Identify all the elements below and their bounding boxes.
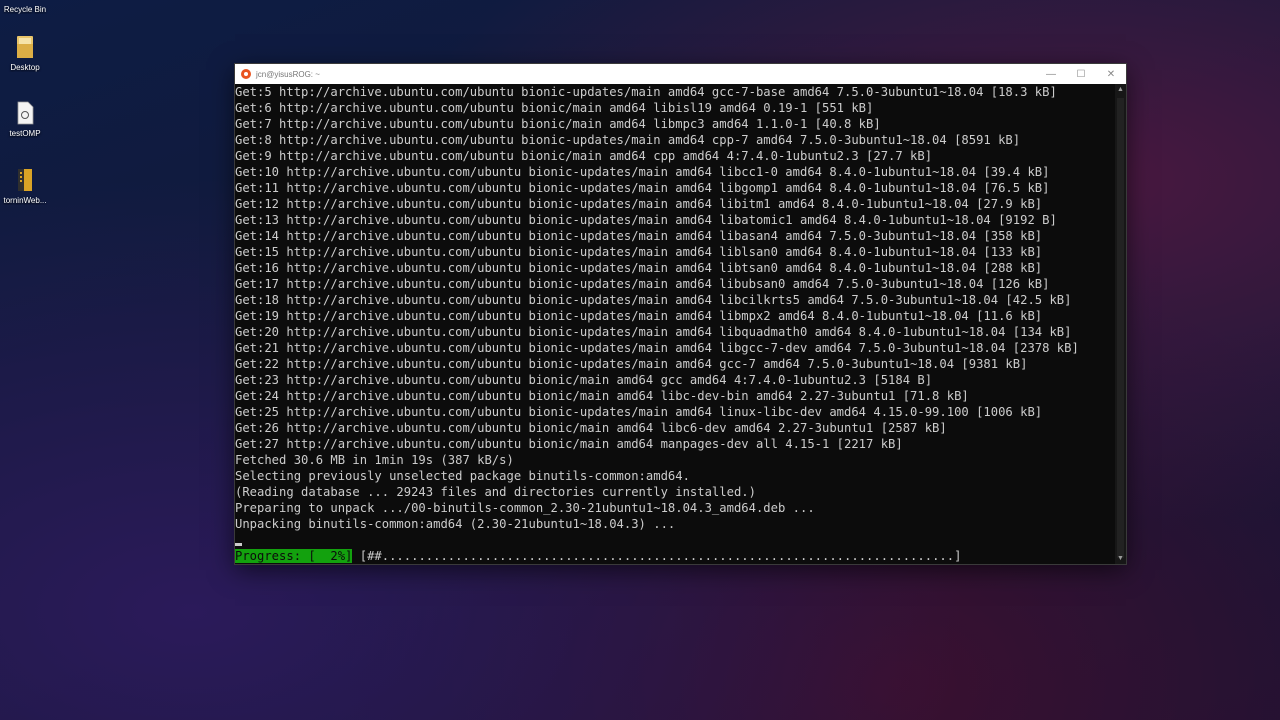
minimize-button[interactable]: — — [1036, 64, 1066, 84]
terminal-line: Unpacking binutils-common:amd64 (2.30-21… — [235, 517, 676, 531]
desktop-icon-testomp[interactable]: testOMP — [2, 100, 48, 138]
terminal-line: (Reading database ... 29243 files and di… — [235, 485, 756, 499]
scroll-thumb[interactable] — [1117, 98, 1124, 558]
scroll-down-arrow-icon[interactable]: ▼ — [1115, 553, 1126, 564]
terminal-line: Get:8 http://archive.ubuntu.com/ubuntu b… — [235, 133, 1021, 147]
terminal-line: Get:12 http://archive.ubuntu.com/ubuntu … — [235, 197, 1043, 211]
ubuntu-icon — [241, 69, 251, 79]
terminal-window[interactable]: jcn@yisusROG: ~ — ☐ ✕ Get:5 http://archi… — [235, 64, 1126, 564]
text-cursor — [235, 543, 242, 546]
terminal-line: Get:7 http://archive.ubuntu.com/ubuntu b… — [235, 117, 881, 131]
terminal-line: Get:22 http://archive.ubuntu.com/ubuntu … — [235, 357, 1028, 371]
terminal-line: Get:9 http://archive.ubuntu.com/ubuntu b… — [235, 149, 933, 163]
terminal-line: Get:15 http://archive.ubuntu.com/ubuntu … — [235, 245, 1043, 259]
terminal-line: Get:21 http://archive.ubuntu.com/ubuntu … — [235, 341, 1079, 355]
archive-icon — [18, 169, 32, 191]
progress-label: Progress: [ 2%] — [235, 549, 353, 563]
terminal-line: Get:10 http://archive.ubuntu.com/ubuntu … — [235, 165, 1050, 179]
terminal-line: Get:25 http://archive.ubuntu.com/ubuntu … — [235, 405, 1043, 419]
progress-line: Progress: [ 2%] [##.....................… — [235, 548, 1115, 564]
terminal-line: Get:6 http://archive.ubuntu.com/ubuntu b… — [235, 101, 874, 115]
desktop-icon-desktop[interactable]: Desktop — [2, 34, 48, 72]
terminal-line: Get:16 http://archive.ubuntu.com/ubuntu … — [235, 261, 1043, 275]
recycle-bin-icon — [15, 0, 35, 2]
terminal-line: Preparing to unpack .../00-binutils-comm… — [235, 501, 815, 515]
window-title: jcn@yisusROG: ~ — [256, 69, 320, 79]
folder-icon — [17, 36, 33, 58]
terminal-line: Get:26 http://archive.ubuntu.com/ubuntu … — [235, 421, 947, 435]
desktop-icon-torninweb[interactable]: torninWeb... — [2, 167, 48, 205]
maximize-button[interactable]: ☐ — [1066, 64, 1096, 84]
terminal-line: Fetched 30.6 MB in 1min 19s (387 kB/s) — [235, 453, 514, 467]
desktop-icon-label: testOMP — [9, 129, 41, 138]
terminal-line: Get:5 http://archive.ubuntu.com/ubuntu b… — [235, 85, 1057, 99]
terminal-line: Get:18 http://archive.ubuntu.com/ubuntu … — [235, 293, 1072, 307]
desktop-icon-label: Recycle Bin — [3, 5, 47, 14]
desktop-icon-label: Desktop — [10, 63, 40, 72]
terminal-line: Get:13 http://archive.ubuntu.com/ubuntu … — [235, 213, 1057, 227]
terminal-line: Get:19 http://archive.ubuntu.com/ubuntu … — [235, 309, 1043, 323]
terminal-line: Get:11 http://archive.ubuntu.com/ubuntu … — [235, 181, 1050, 195]
desktop-icon-label: torninWeb... — [3, 196, 47, 205]
file-icon — [17, 101, 34, 125]
progress-bar: [##.....................................… — [359, 549, 962, 563]
close-button[interactable]: ✕ — [1096, 64, 1126, 84]
window-titlebar[interactable]: jcn@yisusROG: ~ — ☐ ✕ — [235, 64, 1126, 84]
terminal-scrollbar[interactable]: ▲ ▼ — [1115, 84, 1126, 564]
terminal-line: Get:14 http://archive.ubuntu.com/ubuntu … — [235, 229, 1043, 243]
desktop-icon-recycle-bin[interactable]: Recycle Bin — [2, 0, 48, 14]
terminal-line: Get:17 http://archive.ubuntu.com/ubuntu … — [235, 277, 1050, 291]
terminal-line: Get:23 http://archive.ubuntu.com/ubuntu … — [235, 373, 933, 387]
terminal-output[interactable]: Get:5 http://archive.ubuntu.com/ubuntu b… — [235, 84, 1115, 564]
terminal-line: Selecting previously unselected package … — [235, 469, 690, 483]
scroll-up-arrow-icon[interactable]: ▲ — [1115, 84, 1126, 95]
cursor-line — [235, 532, 1115, 548]
terminal-line: Get:27 http://archive.ubuntu.com/ubuntu … — [235, 437, 903, 451]
terminal-line: Get:24 http://archive.ubuntu.com/ubuntu … — [235, 389, 969, 403]
terminal-line: Get:20 http://archive.ubuntu.com/ubuntu … — [235, 325, 1072, 339]
